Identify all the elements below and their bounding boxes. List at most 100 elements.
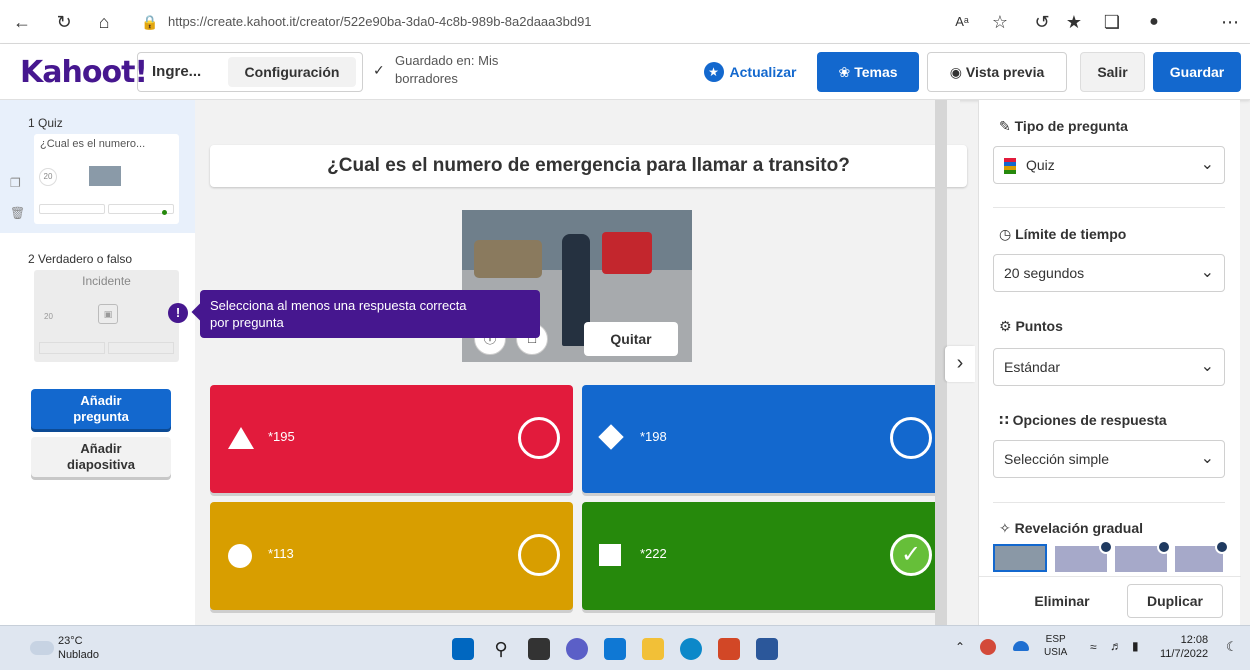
correct-toggle[interactable] bbox=[518, 534, 560, 576]
chat-icon[interactable] bbox=[566, 638, 588, 660]
thumbnail-answer bbox=[108, 342, 174, 354]
answer-text[interactable]: *195 bbox=[268, 429, 295, 444]
answer-text[interactable]: *222 bbox=[640, 546, 667, 561]
question-title-input[interactable]: ¿Cual es el numero de emergencia para ll… bbox=[210, 145, 967, 187]
notifications-icon[interactable]: ☾ bbox=[1226, 639, 1238, 655]
answer-text[interactable]: *198 bbox=[640, 429, 667, 444]
remove-image-button[interactable]: Quitar bbox=[584, 322, 678, 356]
lock-icon[interactable]: 🔒 bbox=[138, 10, 162, 34]
divider bbox=[993, 207, 1225, 208]
duplicate-button[interactable]: Duplicar bbox=[1127, 584, 1223, 618]
onedrive-icon[interactable] bbox=[1013, 641, 1029, 651]
settings-button[interactable]: Configuración bbox=[228, 57, 356, 87]
sidebar-item-2[interactable]: 2 Verdadero o falso Incidente 20 ▣ bbox=[0, 240, 195, 368]
answer-option-1[interactable]: *195 bbox=[210, 385, 573, 493]
time-limit-select[interactable]: 20 segundos ⌄ bbox=[993, 254, 1225, 292]
slide-thumbnail-title: ¿Cual es el numero... bbox=[40, 138, 146, 150]
chevron-down-icon: ⌄ bbox=[1200, 450, 1214, 467]
powerpoint-icon[interactable] bbox=[718, 638, 740, 660]
app-header: Kahoot! Ingre... Configuración ✓ Guardad… bbox=[0, 44, 1250, 100]
outlook-icon[interactable] bbox=[604, 638, 626, 660]
back-arrow-icon[interactable]: ← bbox=[10, 10, 34, 34]
save-button[interactable]: Guardar bbox=[1153, 52, 1241, 92]
sidebar-item-1[interactable]: 1 Quiz ❐ 🗑 ¿Cual es el numero... 20 bbox=[0, 100, 195, 233]
reveal-option-1[interactable] bbox=[993, 544, 1047, 572]
reload-icon[interactable]: ↻ bbox=[52, 10, 76, 34]
answer-options-select[interactable]: Selección simple ⌄ bbox=[993, 440, 1225, 478]
answer-text[interactable]: *113 bbox=[268, 546, 294, 561]
quiz-icon bbox=[1004, 158, 1016, 175]
chevron-up-icon[interactable]: ⌃ bbox=[955, 640, 965, 654]
correct-checked-icon[interactable]: ✓ bbox=[890, 534, 932, 576]
volume-icon[interactable]: ♬ bbox=[1110, 639, 1122, 653]
file-explorer-icon[interactable] bbox=[642, 638, 664, 660]
kahoot-title-input[interactable]: Ingre... bbox=[152, 63, 201, 80]
clock-icon: ◷ bbox=[999, 226, 1012, 242]
themes-button[interactable]: ❀ Temas bbox=[817, 52, 919, 92]
edge-icon[interactable] bbox=[680, 638, 702, 660]
time-badge: 20 bbox=[39, 168, 57, 186]
correct-toggle[interactable] bbox=[518, 417, 560, 459]
duplicate-icon[interactable]: ❐ bbox=[10, 176, 21, 190]
favorites-icon[interactable]: ★ bbox=[1062, 10, 1086, 34]
image-truck bbox=[602, 232, 652, 274]
battery-icon[interactable]: ▮ bbox=[1132, 639, 1139, 653]
answer-options-label: ∷ Opciones de respuesta bbox=[999, 412, 1167, 428]
preview-button[interactable]: ◉ Vista previa bbox=[927, 52, 1067, 92]
circle-shape-icon bbox=[228, 544, 252, 568]
warning-icon: ! bbox=[168, 303, 188, 323]
kahoot-logo[interactable]: Kahoot! bbox=[20, 55, 148, 90]
read-aloud-icon[interactable]: Aᵃ bbox=[950, 10, 974, 34]
correct-dot bbox=[162, 210, 167, 215]
windows-start-icon[interactable] bbox=[452, 638, 474, 660]
slide-thumbnail[interactable]: Incidente 20 ▣ bbox=[34, 270, 179, 362]
app-tray-icon[interactable] bbox=[980, 639, 996, 655]
task-view-icon[interactable] bbox=[528, 638, 550, 660]
thumbnail-answer bbox=[39, 204, 105, 214]
add-slide-button[interactable]: Añadir diapositiva bbox=[31, 437, 171, 477]
search-icon[interactable]: ⚲ bbox=[490, 638, 512, 660]
language-indicator[interactable]: ESP USIA bbox=[1044, 633, 1067, 659]
answer-option-2[interactable]: *198 bbox=[582, 385, 945, 493]
wifi-icon[interactable]: ≈ bbox=[1090, 640, 1097, 654]
premium-star-icon bbox=[1099, 540, 1113, 554]
answer-option-4[interactable]: *222 ✓ bbox=[582, 502, 945, 610]
word-icon[interactable] bbox=[756, 638, 778, 660]
weather-widget[interactable]: 23°C Nublado bbox=[58, 634, 99, 662]
triangle-icon bbox=[228, 427, 254, 449]
validation-tooltip: Selecciona al menos una respuesta correc… bbox=[191, 290, 540, 338]
time-badge: 20 bbox=[44, 312, 53, 321]
exit-button[interactable]: Salir bbox=[1080, 52, 1145, 92]
chevron-right-icon[interactable]: › bbox=[945, 346, 975, 382]
sparkle-icon: ✧ bbox=[999, 520, 1011, 536]
favorite-add-icon[interactable]: ☆ bbox=[988, 10, 1012, 34]
add-question-button[interactable]: Añadir pregunta bbox=[31, 389, 171, 429]
refresh-extension-icon[interactable]: ↺ bbox=[1030, 10, 1054, 34]
upgrade-button[interactable]: ★ Actualizar bbox=[690, 56, 810, 88]
correct-toggle[interactable] bbox=[890, 417, 932, 459]
question-sidebar: 1 Quiz ❐ 🗑 ¿Cual es el numero... 20 2 Ve… bbox=[0, 100, 195, 625]
profile-avatar-icon[interactable]: ● bbox=[1142, 10, 1166, 34]
thumbnail-answer bbox=[39, 342, 105, 354]
answer-option-3[interactable]: *113 bbox=[210, 502, 573, 610]
delete-button[interactable]: Eliminar bbox=[1017, 584, 1107, 618]
divider bbox=[993, 502, 1225, 503]
medal-icon: ⚙ bbox=[999, 318, 1012, 334]
address-bar[interactable]: https://create.kahoot.it/creator/522e90b… bbox=[168, 8, 928, 36]
square-icon bbox=[599, 544, 621, 566]
trash-icon[interactable]: 🗑 bbox=[10, 206, 25, 220]
slide-thumbnail[interactable]: ¿Cual es el numero... 20 bbox=[34, 134, 179, 224]
points-select[interactable]: Estándar ⌄ bbox=[993, 348, 1225, 386]
question-type-select[interactable]: Quiz ⌄ bbox=[993, 146, 1225, 184]
question-editor: ¿Cual es el numero de emergencia para ll… bbox=[195, 100, 967, 625]
palette-icon: ❀ bbox=[838, 63, 851, 80]
windows-taskbar: 23°C Nublado ⚲ ⌃ ESP USIA ≈ ♬ ▮ 12:08 11… bbox=[0, 625, 1250, 670]
chevron-down-icon: ⌄ bbox=[1200, 264, 1214, 281]
chevron-down-icon: ⌄ bbox=[1200, 156, 1214, 173]
collections-icon[interactable]: ❏ bbox=[1100, 10, 1124, 34]
more-menu-icon[interactable]: ⋯ bbox=[1218, 10, 1242, 34]
divider bbox=[979, 576, 1241, 577]
time-limit-label: ◷ Límite de tiempo bbox=[999, 226, 1127, 242]
home-icon[interactable]: ⌂ bbox=[92, 10, 116, 34]
clock[interactable]: 12:08 11/7/2022 bbox=[1160, 633, 1208, 661]
